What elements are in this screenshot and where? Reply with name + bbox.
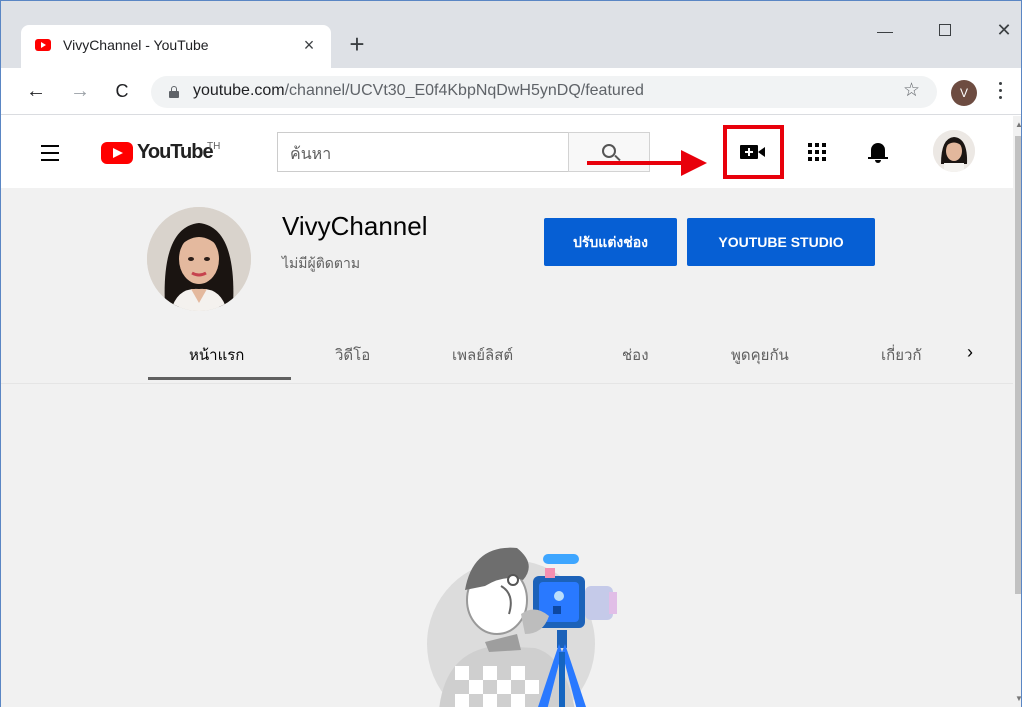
tab-channels[interactable]: ช่อง [622, 343, 649, 367]
url-host: youtube.com [193, 82, 285, 99]
browser-window: VivyChannel - YouTube × + ✕ ← → C youtub… [0, 0, 1022, 707]
tab-about[interactable]: เกี่ยวกั [881, 343, 922, 367]
channel-avatar[interactable] [147, 207, 251, 311]
tab-title: VivyChannel - YouTube [63, 37, 209, 53]
scroll-down-icon[interactable]: ▼ [1015, 694, 1021, 703]
customize-channel-button[interactable]: ปรับแต่งช่อง [544, 218, 677, 266]
maximize-button[interactable] [933, 21, 959, 41]
forward-button[interactable]: → [67, 78, 93, 104]
address-bar[interactable]: youtube.com/channel/UCVt30_E0f4KbpNqDwH5… [151, 76, 937, 108]
scroll-up-icon[interactable]: ▲ [1015, 120, 1021, 129]
window-close-button[interactable]: ✕ [991, 21, 1017, 41]
tab-home[interactable]: หน้าแรก [189, 343, 244, 367]
annotation-arrow [587, 150, 711, 178]
youtube-studio-button[interactable]: YOUTUBE STUDIO [687, 218, 875, 266]
tab-strip: VivyChannel - YouTube × + ✕ [1, 1, 1021, 69]
new-tab-button[interactable]: + [343, 31, 371, 59]
lock-icon[interactable] [169, 86, 179, 98]
bookmark-star-icon[interactable]: ☆ [903, 79, 920, 102]
scroll-thumb[interactable] [1015, 136, 1021, 594]
channel-name: VivyChannel [282, 211, 428, 241]
youtube-logo-text: YouTube [137, 141, 214, 163]
region-code: TH [207, 141, 221, 152]
youtube-play-icon [101, 142, 133, 164]
guide-menu-icon[interactable] [41, 145, 63, 161]
browser-tab[interactable]: VivyChannel - YouTube × [21, 25, 331, 69]
youtube-page: YouTube TH ค้นหา VivyChannel ไม่มีผู้ติด… [1, 116, 1013, 707]
channel-tabs: หน้าแรก วิดีโอ เพลย์ลิสต์ ช่อง พูดคุยกัน… [1, 328, 1013, 384]
back-button[interactable]: ← [23, 78, 49, 104]
search-placeholder: ค้นหา [290, 146, 332, 163]
active-tab-indicator [148, 377, 291, 380]
browser-menu-icon[interactable] [999, 82, 1003, 100]
create-video-icon[interactable] [740, 142, 768, 162]
minimize-icon [877, 32, 893, 33]
notifications-bell-icon[interactable] [868, 141, 888, 163]
search-input[interactable]: ค้นหา [277, 132, 569, 172]
empty-channel-illustration [425, 534, 635, 707]
youtube-masthead: YouTube TH ค้นหา [1, 116, 1013, 188]
youtube-favicon-icon [35, 39, 51, 51]
browser-profile-avatar[interactable]: V [951, 80, 977, 106]
tab-videos[interactable]: วิดีโอ [335, 343, 370, 367]
reload-button[interactable]: C [109, 78, 135, 104]
tab-close-icon[interactable]: × [299, 35, 319, 55]
maximize-icon [939, 24, 951, 36]
youtube-apps-icon[interactable] [808, 143, 826, 161]
subscriber-count: ไม่มีผู้ติดตาม [282, 255, 361, 271]
browser-toolbar: ← → C youtube.com/channel/UCVt30_E0f4Kbp… [1, 68, 1021, 115]
url-path: /channel/UCVt30_E0f4KbpNqDwH5ynDQ/featur… [284, 82, 644, 99]
minimize-button[interactable] [873, 21, 899, 41]
url-text[interactable]: youtube.com/channel/UCVt30_E0f4KbpNqDwH5… [193, 82, 644, 100]
chevron-right-icon[interactable]: › [967, 342, 973, 363]
tab-discussion[interactable]: พูดคุยกัน [731, 343, 789, 367]
tab-playlists[interactable]: เพลย์ลิสต์ [452, 343, 513, 367]
account-avatar[interactable] [933, 130, 975, 172]
page-scrollbar[interactable]: ▲ ▼ [1013, 116, 1021, 707]
